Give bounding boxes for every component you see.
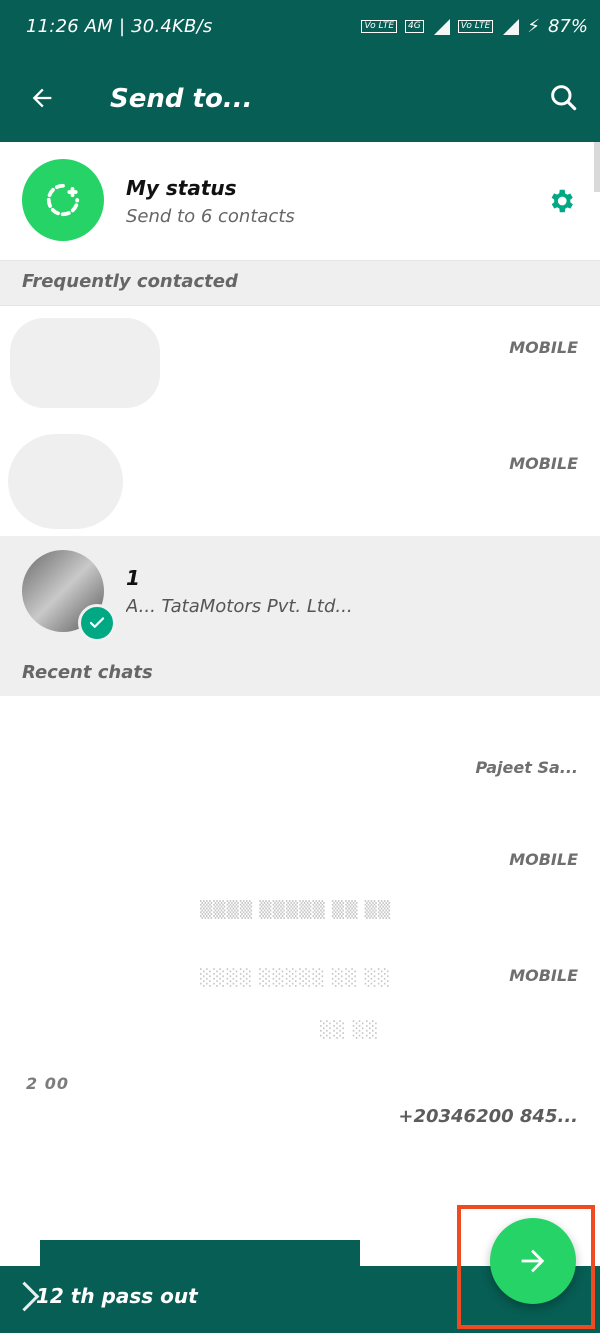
status-add-icon (22, 159, 104, 241)
signal-icon (432, 18, 450, 35)
contact-row[interactable]: MOBILE (0, 304, 600, 420)
contact-row[interactable]: MOBILE (0, 420, 600, 536)
check-icon (78, 604, 116, 642)
contact-row-selected[interactable]: 1 A... TataMotors Pvt. Ltd... (0, 536, 600, 652)
bottom-bar-text: 12 th pass out (36, 1284, 198, 1308)
selected-contact-name: 1 (126, 566, 140, 590)
contact-type: MOBILE (509, 454, 578, 473)
network-tag-4g: 4G (405, 20, 424, 33)
chat-right-text: +20346200 845... (398, 1106, 578, 1127)
my-status-row[interactable]: My status Send to 6 contacts (0, 142, 600, 260)
my-status-title: My status (126, 176, 237, 200)
selected-contact-subtitle: A... TataMotors Pvt. Ltd... (126, 596, 353, 617)
signal-icon-2 (501, 18, 520, 35)
contact-type: MOBILE (509, 966, 578, 985)
chat-row[interactable]: MOBILE ░░░░ ░░░░░ ░░ ░░ ░░ ░░ (0, 928, 600, 1044)
battery-icon: ⚡ (527, 16, 540, 37)
status-indicators: Vo LTE 4G Vo LTE ⚡ 87% (361, 16, 588, 37)
chat-right-text: Pajeet Sa... (475, 758, 578, 777)
my-status-subtitle: Send to 6 contacts (126, 206, 295, 227)
contact-type: MOBILE (509, 850, 578, 869)
section-header-frequent: Frequently contacted (0, 260, 600, 306)
contact-type: MOBILE (509, 338, 578, 357)
network-tag: Vo LTE (361, 20, 398, 33)
chat-row[interactable]: 2 00 +20346200 845... (0, 1044, 600, 1160)
obscured-row (40, 1240, 360, 1268)
chat-row[interactable]: MOBILE ▒▒▒▒ ▒▒▒▒▒ ▒▒ ▒▒ (0, 812, 600, 928)
chat-row[interactable]: Pajeet Sa... (0, 696, 600, 812)
gear-icon[interactable] (546, 186, 576, 216)
back-arrow-icon[interactable] (28, 84, 56, 112)
noise-mark: ░░ ░░ (320, 1020, 380, 1039)
network-tag-2: Vo LTE (457, 20, 494, 33)
selection-highlight (457, 1205, 595, 1329)
status-time: 11:26 AM | 30.4KB/s (26, 16, 213, 37)
page-title: Send to... (110, 84, 253, 114)
battery-text: 87% (547, 16, 588, 37)
avatar-placeholder (8, 434, 123, 529)
chat-left-text: 2 00 (26, 1074, 69, 1093)
status-bar: 11:26 AM | 30.4KB/s Vo LTE 4G Vo LTE ⚡ 8… (0, 0, 600, 58)
chevron-right-icon (9, 1281, 40, 1312)
section-label: Frequently contacted (22, 271, 238, 292)
scrollbar[interactable] (594, 142, 600, 192)
noise-mark: ▒▒▒▒ ▒▒▒▒▒ ▒▒ ▒▒ (200, 900, 392, 919)
app-bar: Send to... (0, 58, 600, 142)
noise-mark: ░░░░ ░░░░░ ░░ ░░ (200, 968, 392, 987)
avatar-placeholder (10, 318, 160, 408)
search-icon[interactable] (548, 82, 580, 114)
section-header-recent: Recent chats (0, 652, 600, 696)
section-label: Recent chats (22, 662, 153, 683)
